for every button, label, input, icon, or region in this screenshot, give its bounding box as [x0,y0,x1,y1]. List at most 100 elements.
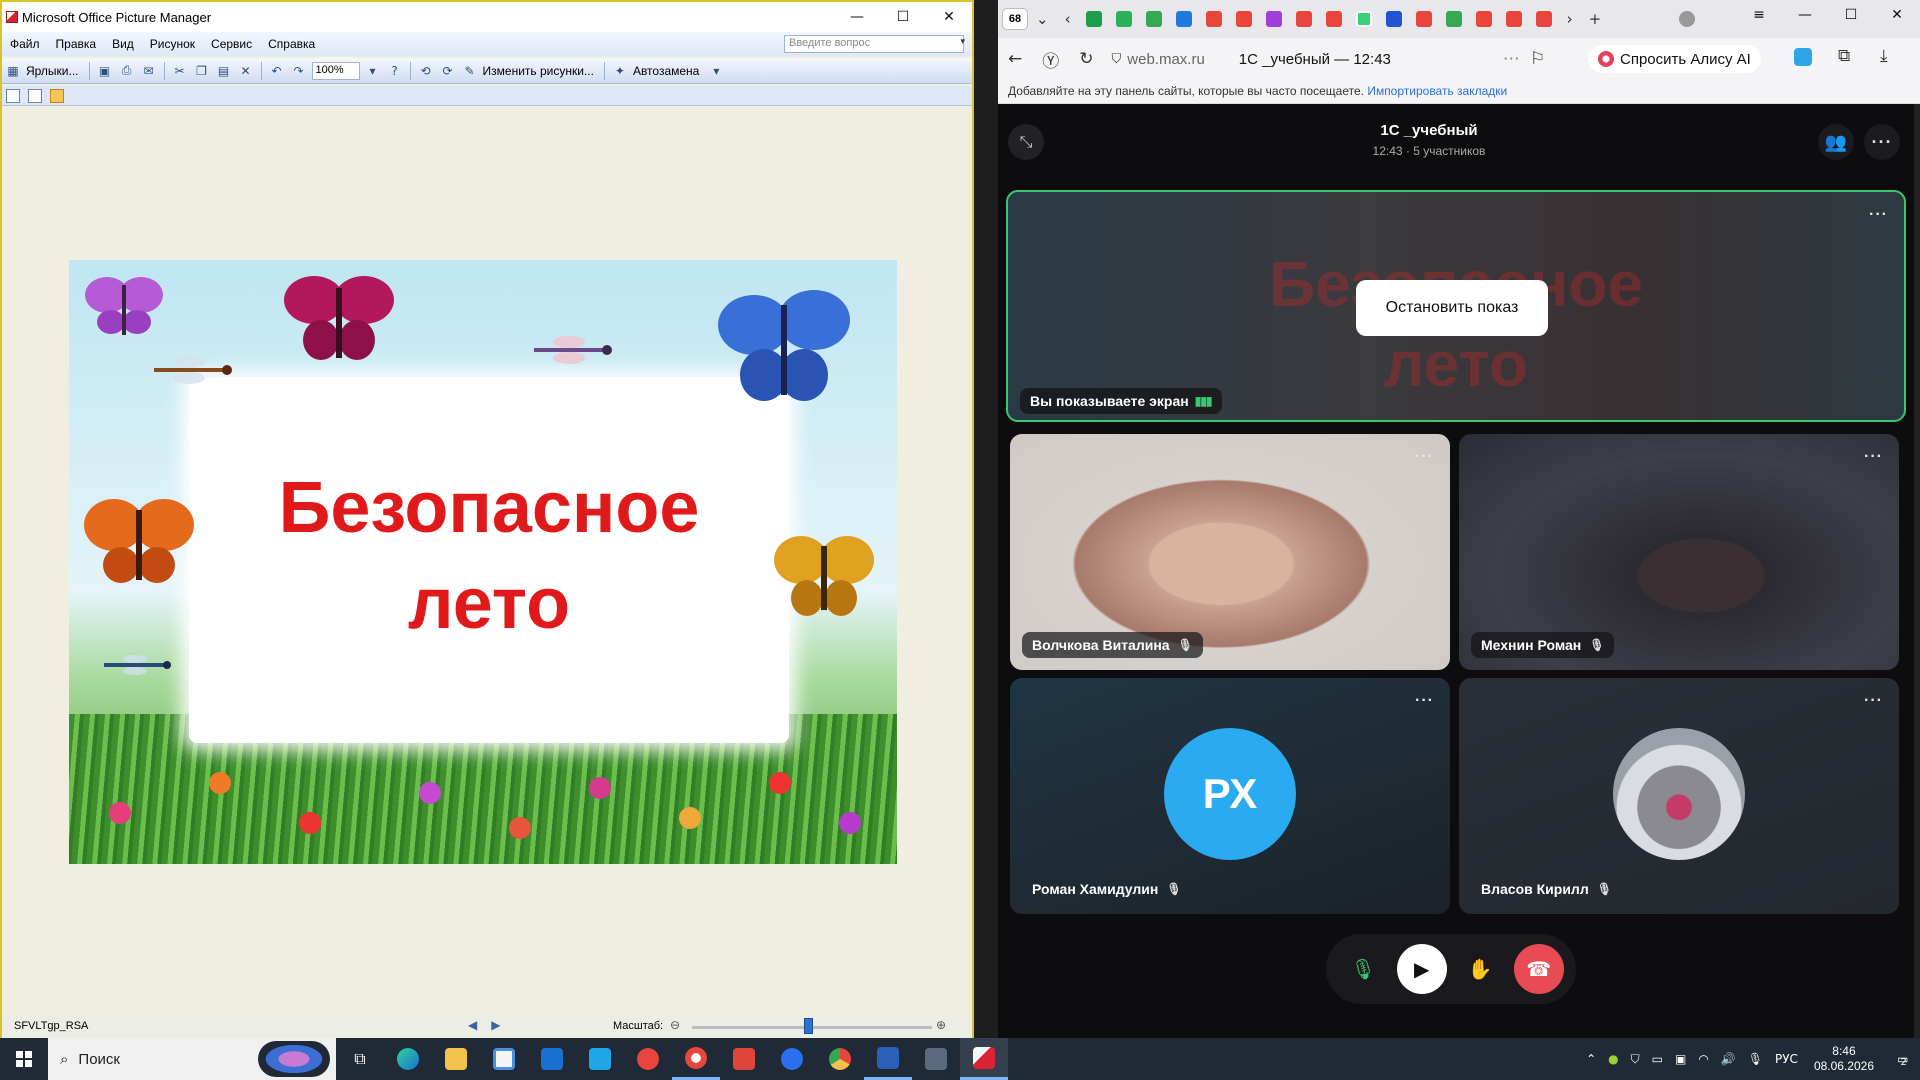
paste-icon[interactable]: ▤ [216,63,232,79]
print-icon[interactable]: ⎙ [119,63,135,79]
tile-more-icon[interactable]: ··· [1869,206,1888,224]
call-more-icon[interactable]: ··· [1864,124,1900,160]
taskbar-app-calculator[interactable] [912,1038,960,1080]
save-icon[interactable]: ▣ [97,63,113,79]
zoom-select[interactable]: 100% [311,61,360,80]
tray-overflow-icon[interactable]: ⌃ [1586,1052,1596,1066]
pm-titlebar[interactable]: Microsoft Office Picture Manager — ☐ ✕ [2,2,972,32]
autocorrect-button[interactable]: Автозамена [633,64,699,78]
taskbar-app-anydesk[interactable] [720,1038,768,1080]
extension-icon[interactable] [1794,48,1812,66]
minimize-icon[interactable]: — [834,2,880,32]
profile-avatar-icon[interactable] [1679,11,1696,27]
tab-favicon-pdf[interactable] [1535,11,1552,27]
previous-picture-icon[interactable]: ◀ [468,1018,477,1032]
downloads-icon[interactable]: ⤓ [1880,46,1888,66]
tabs-scroll-right-icon[interactable]: › [1567,10,1573,28]
taskbar-app-explorer[interactable] [432,1038,480,1080]
menu-edit[interactable]: Правка [56,37,97,51]
tabs-scroll-left-icon[interactable]: ‹ [1065,10,1071,28]
participant-tile[interactable]: ··· Мехнин Роман 🎙 [1459,434,1899,670]
zoom-slider-thumb[interactable] [804,1018,813,1034]
tab-favicon-chat[interactable] [1175,11,1192,27]
edit-pictures-button[interactable]: Изменить рисунки... [483,64,594,78]
menu-view[interactable]: Вид [112,37,134,51]
url-text[interactable]: web.max.ru [1127,51,1205,68]
tab-favicon-sheets[interactable] [1145,11,1162,27]
tab-favicon-sheets[interactable] [1085,11,1102,27]
help-icon[interactable]: ? [387,63,403,79]
notifications-button[interactable]: ▭ 2 [1884,1038,1920,1080]
microphone-icon[interactable]: 🎙 [1338,944,1388,994]
tab-favicon-pdf[interactable] [1325,11,1342,27]
raise-hand-icon[interactable]: ✋ [1455,944,1505,994]
import-bookmarks-link[interactable]: Импортировать закладки [1367,84,1507,98]
task-view-button[interactable]: ⧉ [336,1038,384,1080]
participants-icon[interactable]: 👥 [1818,124,1854,160]
thumbnail-view-icon[interactable] [6,88,20,103]
shortcuts-button[interactable]: Ярлыки... [26,64,79,78]
email-icon[interactable]: ✉ [141,63,157,79]
single-picture-view-icon[interactable] [50,88,64,103]
taskbar-app-picture-manager[interactable] [960,1038,1008,1080]
taskbar-app-word[interactable] [864,1038,912,1080]
start-button[interactable] [0,1038,48,1080]
new-tab-icon[interactable]: + [1589,10,1602,28]
taskbar-app-edge[interactable] [384,1038,432,1080]
help-question-input[interactable]: Введите вопрос ▾ [784,35,965,53]
browser-maximize-icon[interactable]: ☐ [1828,0,1874,30]
tab-favicon-active-call[interactable] [1355,11,1372,27]
tab-favicon-z[interactable] [1385,11,1402,27]
taskbar-app-navigator[interactable] [768,1038,816,1080]
tile-more-icon[interactable]: ··· [1864,448,1883,466]
tile-more-icon[interactable]: ··· [1415,448,1434,466]
taskbar-search-box[interactable]: ⌕ Поиск [48,1038,336,1080]
undo-icon[interactable]: ↶ [269,63,285,79]
tab-favicon-pdf[interactable] [1415,11,1432,27]
tab-favicon-pdf[interactable] [1505,11,1522,27]
tab-favicon-sheets[interactable] [1115,11,1132,27]
tab-favicon-sheets[interactable] [1445,11,1462,27]
redo-icon[interactable]: ↷ [291,63,307,79]
browser-menu-icon[interactable]: ≡ [1736,0,1782,30]
menu-tools[interactable]: Сервис [211,37,252,51]
tab-favicon-wildberries[interactable] [1265,11,1282,27]
collections-icon[interactable]: ⧉ [1838,46,1850,66]
page-more-icon[interactable]: ⋯ [1503,49,1520,69]
zoom-dropdown-icon[interactable]: ▾ [365,63,381,79]
menu-picture[interactable]: Рисунок [150,37,195,51]
camera-off-icon[interactable]: ▶ [1396,944,1447,994]
participant-tile[interactable]: ··· Власов Кирилл 🎙 [1459,678,1899,914]
taskbar-app-chrome[interactable] [816,1038,864,1080]
taskbar-app-store[interactable] [480,1038,528,1080]
network-icon[interactable]: ◠ [1698,1052,1708,1066]
maximize-icon[interactable]: ☐ [880,2,926,32]
rotate-right-icon[interactable]: ⟳ [440,63,456,79]
tab-favicon-pdf[interactable] [1475,11,1492,27]
language-indicator[interactable]: РУС [1775,1052,1798,1066]
tab-favicon-pdf[interactable] [1295,11,1312,27]
yandex-icon[interactable]: Ⓨ [1042,47,1059,72]
tab-favicon-pdf[interactable] [1205,11,1222,27]
browser-minimize-icon[interactable]: — [1782,0,1828,30]
zoom-in-icon[interactable]: ⊕ [936,1018,946,1032]
tray-app-icon[interactable]: ● [1608,1052,1618,1066]
tile-more-icon[interactable]: ··· [1415,692,1434,710]
tab-count-badge[interactable]: 68 [1002,8,1028,30]
taskbar-app-yandex[interactable] [624,1038,672,1080]
tile-more-icon[interactable]: ··· [1864,692,1883,710]
participant-tile[interactable]: ··· РХ Роман Хамидулин 🎙 [1010,678,1450,914]
taskbar-app-outlook[interactable] [528,1038,576,1080]
toolbar-options-icon[interactable]: ▾ [708,63,724,79]
site-security-icon[interactable]: ⛉ [1112,52,1122,67]
taskbar-app-yandex-browser[interactable] [672,1038,720,1080]
browser-close-icon[interactable]: ✕ [1874,0,1920,30]
menu-file[interactable]: Файл [10,37,40,51]
participant-tile[interactable]: ··· Волчкова Виталина 🎙 [1010,434,1450,670]
cut-icon[interactable]: ✂ [172,63,188,79]
zoom-out-icon[interactable]: ⊖ [670,1018,680,1032]
hang-up-icon[interactable]: ☎ [1513,944,1564,994]
ask-alice-button[interactable]: Спросить Алису AI [1588,45,1761,73]
browser-scrollbar[interactable] [1914,104,1920,1038]
copy-icon[interactable]: ❐ [194,63,210,79]
